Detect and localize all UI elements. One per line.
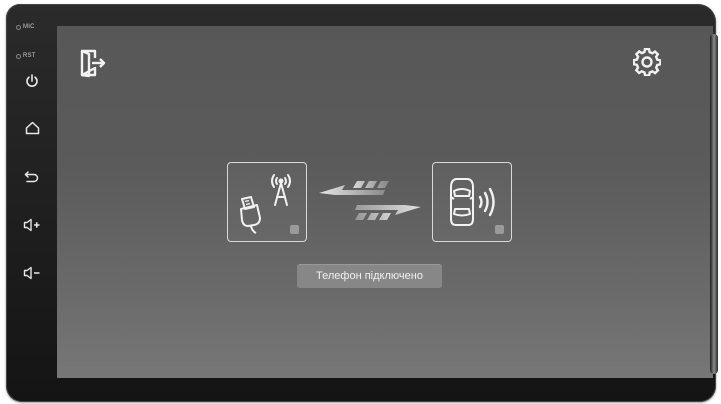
- head-unit-bezel: MIC RST Телефон підключено: [6, 4, 718, 402]
- home-icon: [25, 121, 39, 135]
- panel-indicator: [495, 225, 504, 234]
- settings-button[interactable]: [631, 46, 663, 78]
- back-button[interactable]: [14, 166, 50, 188]
- mic-indicator: MIC: [16, 24, 35, 30]
- display-screen: Телефон підключено: [57, 26, 713, 378]
- car-target-panel: [432, 162, 512, 242]
- power-icon: [26, 74, 38, 87]
- usb-plug-icon: [240, 196, 261, 234]
- panel-indicator: [290, 225, 299, 234]
- exit-button[interactable]: [75, 46, 109, 80]
- mic-hole-icon: [16, 24, 21, 30]
- mic-label: MIC: [23, 24, 35, 30]
- bidirectional-arrows-icon: [319, 181, 421, 220]
- volume-up-icon: [23, 218, 40, 232]
- gear-icon: [633, 48, 661, 76]
- signal-waves-icon: [478, 187, 495, 217]
- reset-indicator[interactable]: RST: [16, 53, 36, 59]
- volume-up-button[interactable]: [14, 214, 50, 236]
- reset-label: RST: [23, 53, 36, 59]
- exit-icon: [80, 49, 106, 78]
- car-icon: [450, 178, 474, 226]
- back-icon: [24, 171, 39, 183]
- antenna-icon: [271, 174, 291, 206]
- connection-status-label: Телефон підключено: [316, 270, 423, 282]
- power-button[interactable]: [14, 70, 50, 92]
- volume-down-icon: [23, 266, 40, 280]
- phone-source-panel: [227, 162, 307, 242]
- connection-status-button[interactable]: Телефон підключено: [297, 264, 442, 288]
- home-button[interactable]: [14, 117, 50, 139]
- reset-hole-icon[interactable]: [16, 53, 21, 59]
- volume-down-button[interactable]: [14, 262, 50, 284]
- transfer-arrows: [315, 176, 425, 222]
